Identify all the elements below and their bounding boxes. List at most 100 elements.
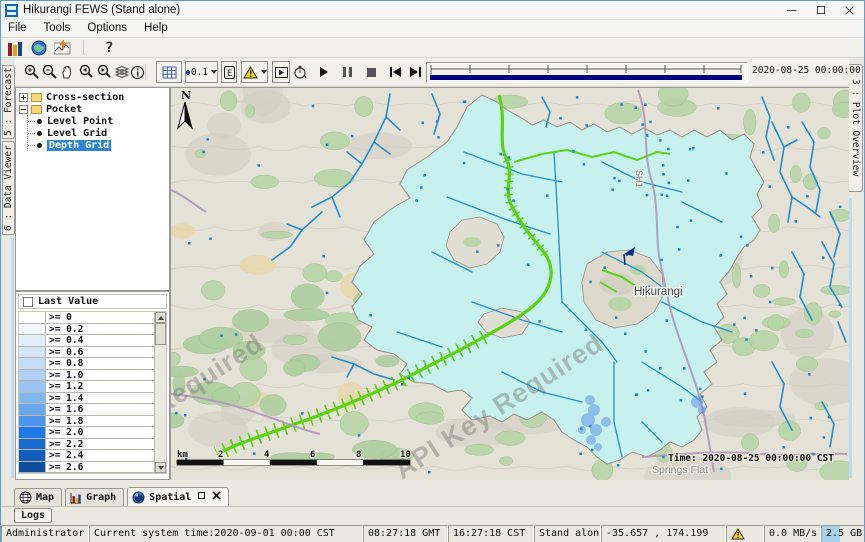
globe-icon[interactable] [29,39,49,56]
zoom-previous-icon[interactable] [77,61,94,83]
tree-item-cross-section[interactable]: Cross-section [19,91,169,103]
status-coordinates: -35.657 , 174.199 [601,525,726,542]
interval-dropdown[interactable]: 0.1 [185,61,218,83]
timer-icon[interactable] [291,61,309,83]
time-slider[interactable] [426,62,748,83]
legend-row[interactable]: >= 0.4 [19,335,154,347]
close-panel-button[interactable] [212,491,221,503]
timeseries-chart-icon[interactable] [53,39,73,56]
tab-label: Spatial [149,492,191,503]
menu-options[interactable]: Options [85,21,136,36]
pan-hand-icon[interactable] [59,61,76,83]
legend-row[interactable]: >= 2.2 [19,439,154,451]
legend-label: >= 2.8 [46,473,154,474]
node-bullet-icon [37,119,42,124]
grid-toggle-button[interactable] [156,61,182,83]
status-warning-cell[interactable] [726,525,764,542]
tree-item-pocket[interactable]: Pocket [19,103,169,115]
layers-icon[interactable] [113,61,130,83]
legend-label: >= 0.8 [46,358,154,369]
maximize-panel-button[interactable] [198,492,205,502]
svg-text:2: 2 [218,450,223,460]
last-value-checkbox[interactable] [23,297,33,307]
tree-item-level-point[interactable]: Level Point [28,115,169,127]
legend-scrollbar[interactable] [154,312,166,473]
zoom-in-icon[interactable] [23,61,40,83]
legend-row[interactable]: >= 0 [19,312,154,324]
logs-tab[interactable]: Logs [14,508,52,523]
legend-label: >= 0 [46,312,154,323]
warning-dropdown-button[interactable] [241,61,268,83]
legend-row[interactable]: >= 2.0 [19,427,154,439]
tree-item-label: Level Grid [47,128,107,139]
maximize-icon [817,6,825,14]
help-icon[interactable]: ? [105,40,113,56]
legend-row[interactable]: >= 2.4 [19,450,154,462]
menu-help[interactable]: Help [142,21,177,36]
legend-swatch [19,324,46,335]
window-title: Hikurangi FEWS (Stand alone) [23,4,180,16]
tree-item-label-selected: Depth Grid [47,140,111,151]
legend-panel: Last Value >= 0>= 0.2>= 0.4>= 0.6>= 0.8>… [15,291,170,480]
animation-player-icon[interactable] [272,61,290,83]
skip-end-icon[interactable] [407,61,424,83]
tab-forecast[interactable]: 5 : Forecast [2,65,15,139]
right-scroll-hint [849,198,852,478]
scroll-thumb[interactable] [155,323,166,345]
map-view[interactable]: API Key Required API Key Required SH1 Hi… [170,87,849,480]
spatial-globe-icon [132,491,145,504]
close-button[interactable] [835,1,864,19]
last-value-row[interactable]: Last Value [18,294,167,309]
tab-data-viewer[interactable]: 6 : Data Viewer [2,141,15,235]
status-bar: Administrator Current system time:2020-0… [1,525,864,542]
menu-tools[interactable]: Tools [42,21,80,36]
tree-item-level-grid[interactable]: Level Grid [28,127,169,139]
legend-row[interactable]: >= 1.2 [19,381,154,393]
town-label: Hikurangi [634,286,683,298]
scroll-up-icon[interactable] [155,312,166,323]
expander-plus-icon[interactable] [19,93,28,102]
pause-icon[interactable] [339,61,356,83]
legend-row[interactable]: >= 1.4 [19,393,154,405]
tab-plot-overview[interactable]: 3 : Plot Overview [848,64,863,192]
tree-item-depth-grid[interactable]: Depth Grid [28,139,169,151]
legend-swatch [19,335,46,346]
map-toolbar: 0.1 E [15,58,849,87]
menu-file[interactable]: File [6,21,36,36]
info-icon[interactable] [129,61,146,83]
legend-row[interactable]: >= 1.6 [19,404,154,416]
svg-text:10: 10 [400,450,411,460]
legend-row[interactable]: >= 1.0 [19,370,154,382]
legend-row[interactable]: >= 2.6 [19,462,154,474]
zoom-out-icon[interactable] [41,61,58,83]
play-icon[interactable] [315,61,332,83]
minimize-button[interactable] [777,1,806,19]
legend-row[interactable]: >= 2.8 [19,473,154,474]
legend-row[interactable]: >= 0.8 [19,358,154,370]
maximize-button[interactable] [806,1,835,19]
node-bullet-icon [37,143,42,148]
legend-row[interactable]: >= 1.8 [19,416,154,428]
legend-label: >= 2.0 [46,427,154,438]
work-area: 5 : Forecast 6 : Data Viewer 3 : Plot Ov… [1,58,864,480]
app-icon [5,4,18,17]
legend-swatch [19,439,46,450]
legend-row[interactable]: >= 0.2 [19,324,154,336]
skip-start-icon[interactable] [387,61,404,83]
scroll-down-icon[interactable] [155,462,166,473]
tree-item-label: Level Point [47,116,113,127]
database-icon[interactable] [5,39,25,56]
data-tree-panel[interactable]: Cross-section Pocket Level Point Level G… [15,87,170,291]
zoom-next-icon[interactable] [95,61,112,83]
tab-graph[interactable]: Graph [65,488,124,506]
status-local-time: 16:27:18 CST [448,525,534,542]
bottom-tab-bar: Map Graph Spatial [1,487,864,507]
tab-label: Graph [86,492,116,503]
legend-row[interactable]: >= 0.6 [19,347,154,359]
map-time-label: Time: 2020-08-25 00:00:00 CST [668,453,834,464]
expander-minus-icon[interactable] [19,105,28,114]
stop-icon[interactable] [363,61,380,83]
tab-map[interactable]: Map [14,488,62,506]
tab-spatial[interactable]: Spatial [127,487,229,506]
exit-panel-icon[interactable]: E [221,61,237,83]
